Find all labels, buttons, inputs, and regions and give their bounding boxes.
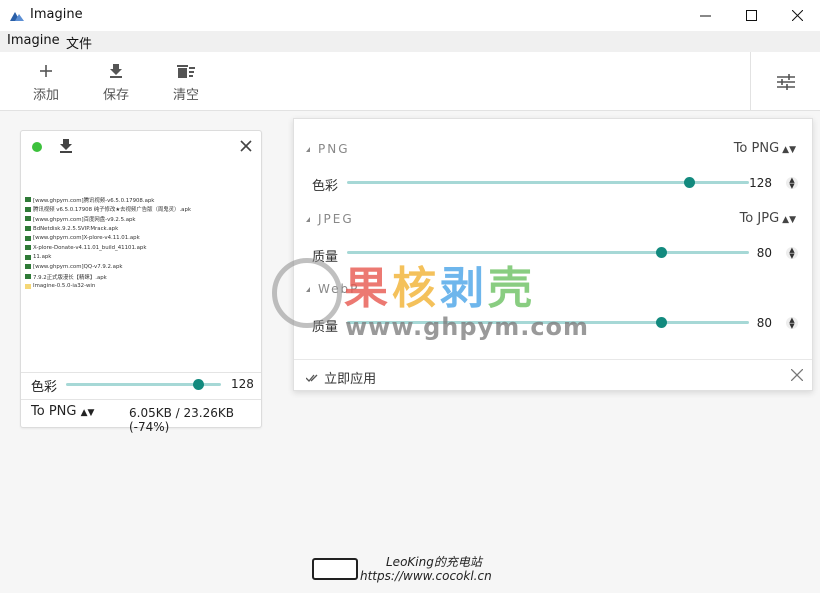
color-value: 128: [231, 377, 254, 391]
collapse-arrow-icon: [306, 147, 310, 152]
divider: [21, 399, 261, 400]
list-item: [www.ghpym.com]X-plore-v4.11.01.apk: [25, 233, 255, 243]
color-slider[interactable]: [66, 379, 221, 390]
remove-image-icon[interactable]: [239, 139, 253, 153]
png-format-select[interactable]: To PNG ▲▼: [734, 141, 796, 156]
list-item: [www.ghpym.com]腾讯视频-v6.5.0.17908.apk: [25, 195, 255, 205]
watermark-logo-icon: [272, 258, 342, 328]
tune-icon: [776, 73, 795, 90]
close-panel-icon[interactable]: [791, 369, 803, 381]
menu-bar: Imagine 文件: [0, 31, 820, 52]
stepper-icon[interactable]: ▲ ▼: [786, 317, 798, 330]
settings-toggle-button[interactable]: [750, 52, 820, 111]
file-icon: [25, 197, 31, 203]
close-window-button[interactable]: [774, 0, 820, 31]
file-icon: [25, 245, 31, 251]
file-icon: [25, 235, 31, 241]
save-button[interactable]: 保存: [88, 52, 144, 111]
menu-imagine[interactable]: Imagine: [7, 33, 60, 48]
format-select[interactable]: To PNG ▲▼: [31, 404, 94, 419]
clear-label: 清空: [172, 88, 199, 103]
app-logo-icon: [10, 12, 24, 21]
jpeg-format-select[interactable]: To JPG ▲▼: [740, 211, 796, 226]
menu-file[interactable]: 文件: [66, 33, 92, 52]
double-check-icon: [305, 374, 318, 382]
sort-arrows-icon: ▲▼: [782, 215, 796, 225]
slider-knob[interactable]: [683, 177, 695, 188]
download-icon[interactable]: [59, 139, 73, 153]
trash-icon: [177, 65, 195, 78]
plus-icon: [40, 65, 52, 77]
credit-line-1: LeoKing的充电站: [386, 555, 482, 569]
file-icon: [25, 216, 31, 222]
slider-knob[interactable]: [655, 247, 667, 258]
list-item: Imagine-0.5.0-ia32-win: [25, 281, 255, 291]
window-title: Imagine: [30, 7, 83, 22]
credit-logo-icon: [312, 558, 358, 580]
watermark-text: 果核剥壳: [344, 263, 536, 314]
close-icon: [791, 10, 803, 21]
file-icon: [25, 226, 31, 232]
list-item: [www.ghpym.com]QQ-v7.9.2.apk: [25, 262, 255, 272]
image-card: [www.ghpym.com]腾讯视频-v6.5.0.17908.apk 腾讯视…: [20, 130, 262, 434]
add-button[interactable]: 添加: [18, 52, 74, 111]
clear-button[interactable]: 清空: [158, 52, 214, 111]
webp-quality-value: 80: [756, 316, 772, 330]
png-section-header[interactable]: PNG: [306, 142, 350, 156]
title-bar: Imagine: [0, 0, 820, 31]
add-label: 添加: [32, 88, 59, 103]
maximize-icon: [745, 10, 757, 21]
stepper-icon[interactable]: ▲ ▼: [786, 177, 798, 190]
list-item: [www.ghpym.com]百度网盘-v9.2.5.apk: [25, 214, 255, 224]
save-label: 保存: [102, 88, 129, 103]
slider-knob[interactable]: [192, 379, 204, 390]
apply-now-button[interactable]: 立即应用: [305, 368, 376, 387]
divider: [21, 372, 261, 373]
image-thumbnail[interactable]: [www.ghpym.com]腾讯视频-v6.5.0.17908.apk 腾讯视…: [25, 195, 255, 295]
list-item: X-plore-Donate-v4.11.01_build_41101.apk: [25, 243, 255, 253]
png-color-slider[interactable]: [347, 177, 749, 188]
stepper-icon[interactable]: ▲ ▼: [786, 247, 798, 260]
file-icon: [25, 264, 31, 270]
panel-footer: 立即应用: [294, 359, 812, 391]
toolbar: 添加 保存 清空: [0, 52, 820, 111]
jpeg-section-header[interactable]: JPEG: [306, 212, 354, 226]
list-item: 11.apk: [25, 253, 255, 263]
png-color-value: 128: [749, 176, 772, 190]
file-icon: [25, 206, 31, 212]
minimize-button[interactable]: [682, 0, 728, 31]
size-text: 6.05KB / 23.26KB (-74%): [129, 406, 234, 434]
watermark-url: www.ghpym.com: [345, 313, 590, 341]
credit-line-2: https://www.cocokl.cn: [360, 569, 492, 583]
sort-arrows-icon: ▲▼: [782, 145, 796, 155]
list-item: BdNetdisk.9.2.5.SVIP.Mrack.apk: [25, 224, 255, 234]
color-label: 色彩: [31, 380, 58, 395]
png-color-label: 色彩: [312, 179, 339, 194]
list-item: 7.9.2正式版漫长【精睐】.apk: [25, 272, 255, 282]
jpeg-quality-value: 80: [756, 246, 772, 260]
list-item: 腾讯视频 v6.5.0.17908 纯子修改★去视频广告版（周鬼灵）.apk: [25, 205, 255, 215]
download-icon: [110, 64, 122, 78]
status-dot: [32, 142, 42, 152]
file-icon: [25, 254, 31, 260]
collapse-arrow-icon: [306, 217, 310, 222]
sort-arrows-icon: ▲▼: [80, 408, 95, 418]
folder-icon: [25, 283, 31, 289]
maximize-button[interactable]: [728, 0, 774, 31]
minimize-icon: [699, 15, 711, 17]
slider-knob[interactable]: [655, 317, 667, 328]
file-icon: [25, 274, 31, 280]
